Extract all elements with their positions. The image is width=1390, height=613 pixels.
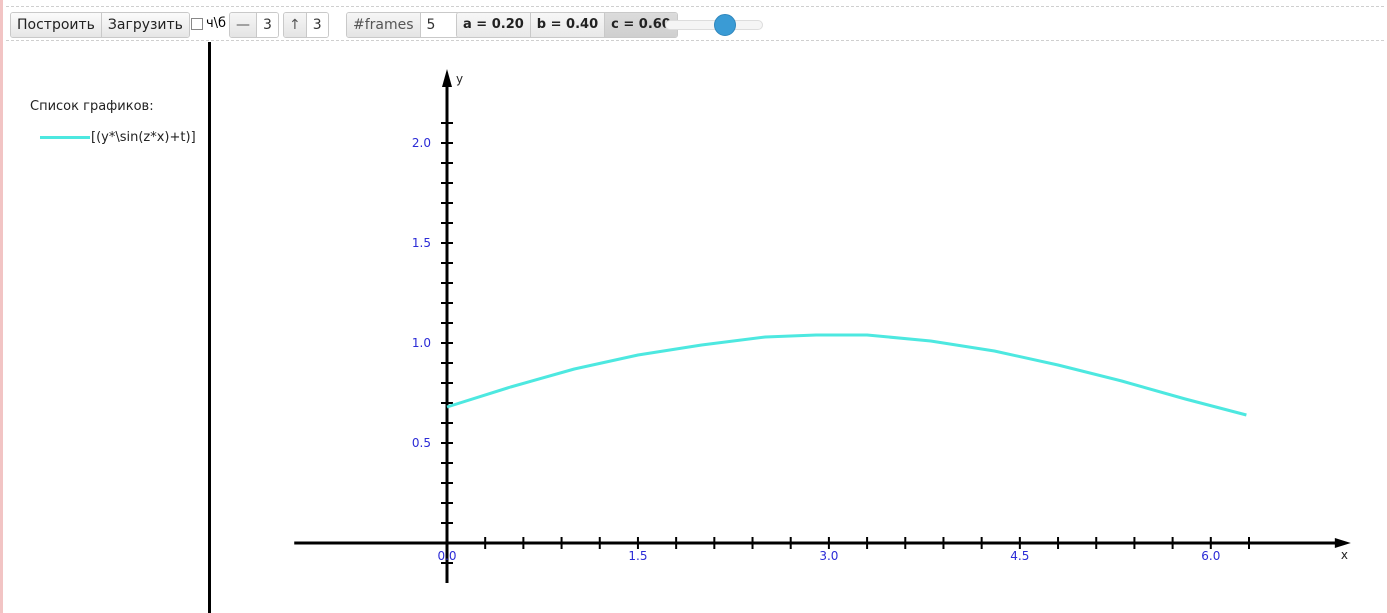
x-axis-arrow	[1334, 538, 1351, 548]
plot-canvas: 0.0 1.5 3.0 4.5 6.0 0.5 1.0 1.5 2.0 x y	[294, 69, 1351, 583]
x-axis-label: x	[1341, 548, 1348, 562]
y-axis-arrow	[442, 69, 452, 87]
y-tick-label: 2.0	[412, 136, 431, 150]
series-line	[446, 333, 1247, 417]
x-tick-label: 4.5	[1010, 549, 1029, 563]
y-tick-label: 1.5	[412, 236, 431, 250]
x-tick-label: 6.0	[1201, 549, 1220, 563]
x-tick-label: 0.0	[437, 549, 456, 563]
x-tick-label: 3.0	[819, 549, 838, 563]
y-tick-label: 0.5	[412, 436, 431, 450]
y-tick-label: 1.0	[412, 336, 431, 350]
x-tick-label: 1.5	[628, 549, 647, 563]
y-axis-label: y	[456, 72, 463, 86]
